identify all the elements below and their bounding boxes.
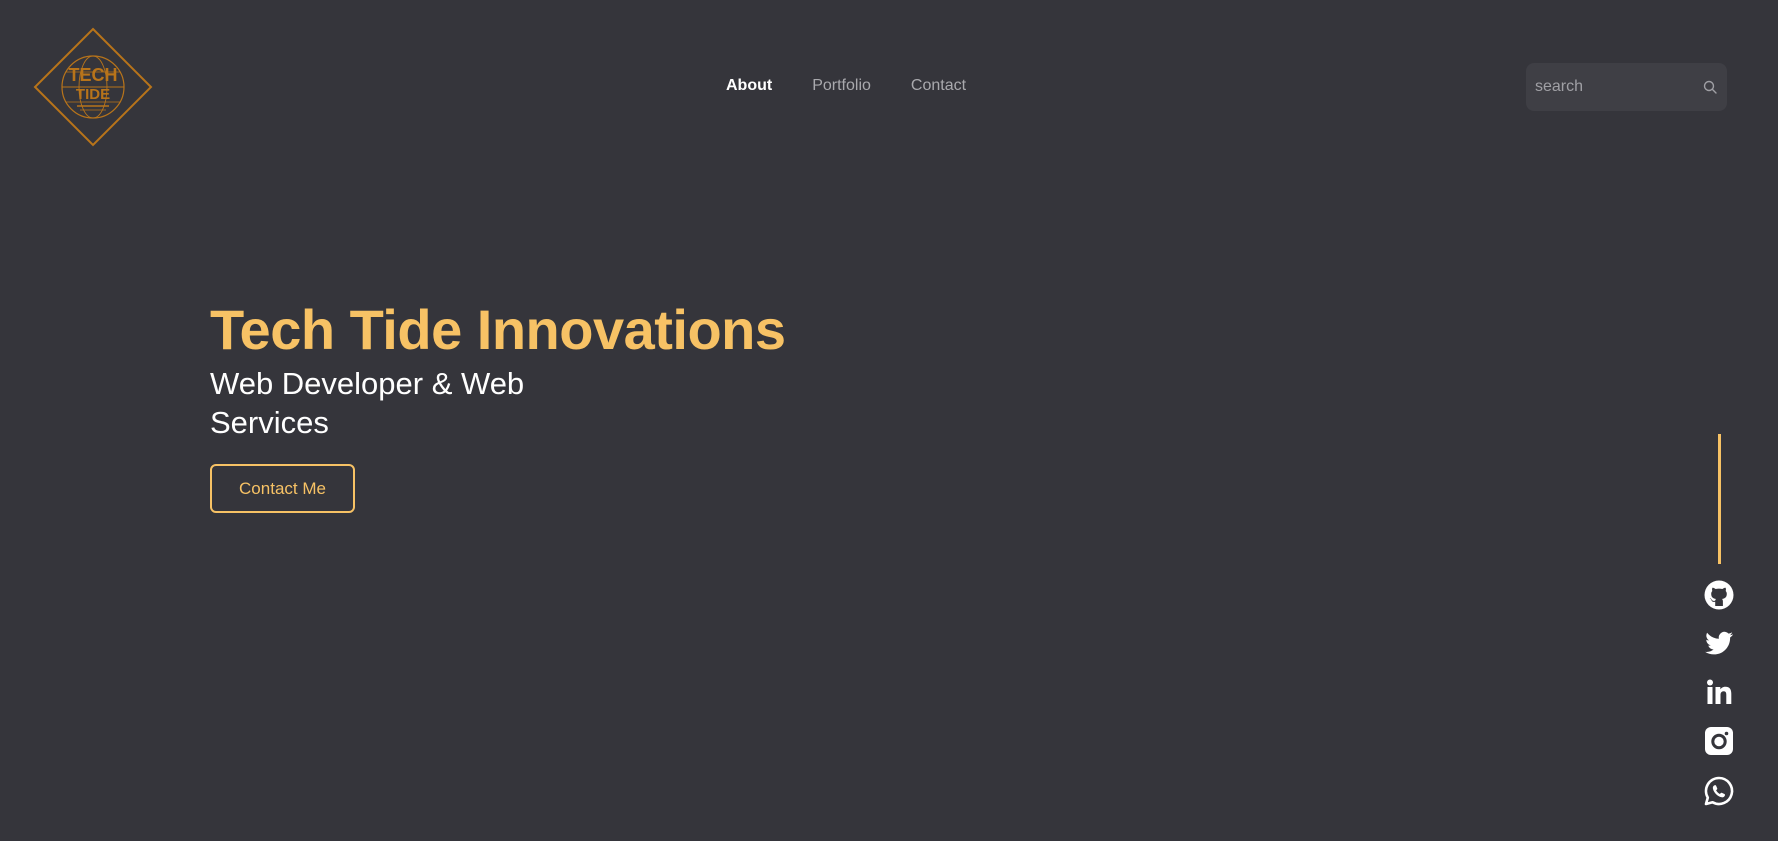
logo-text-line1: TECH — [69, 65, 118, 85]
search-box — [1526, 63, 1727, 111]
logo-text-line2: TIDE — [76, 86, 110, 103]
twitter-icon — [1705, 631, 1733, 655]
hero-section: Tech Tide Innovations Web Developer & We… — [210, 296, 786, 513]
hero-subtitle: Web Developer & Web Services — [210, 366, 525, 440]
github-link[interactable] — [1703, 579, 1735, 611]
social-divider-line — [1718, 434, 1721, 564]
brand-logo[interactable]: TECH TIDE — [33, 27, 153, 147]
instagram-icon — [1705, 727, 1733, 755]
hero-title: Tech Tide Innovations — [210, 298, 786, 361]
tech-tide-logo-icon: TECH TIDE — [33, 27, 153, 147]
linkedin-link[interactable] — [1703, 676, 1735, 708]
main-nav: About Portfolio Contact — [726, 75, 966, 97]
search-input[interactable] — [1535, 63, 1695, 111]
whatsapp-icon — [1704, 776, 1734, 806]
twitter-link[interactable] — [1703, 627, 1735, 659]
nav-about-link[interactable]: About — [726, 75, 772, 97]
nav-portfolio-link[interactable]: Portfolio — [812, 75, 871, 97]
instagram-link[interactable] — [1703, 725, 1735, 757]
nav-contact-link[interactable]: Contact — [911, 75, 966, 97]
linkedin-icon — [1707, 679, 1732, 704]
whatsapp-link[interactable] — [1703, 775, 1735, 807]
github-icon — [1704, 580, 1734, 610]
search-icon[interactable] — [1703, 80, 1717, 94]
contact-me-button[interactable]: Contact Me — [210, 464, 355, 513]
